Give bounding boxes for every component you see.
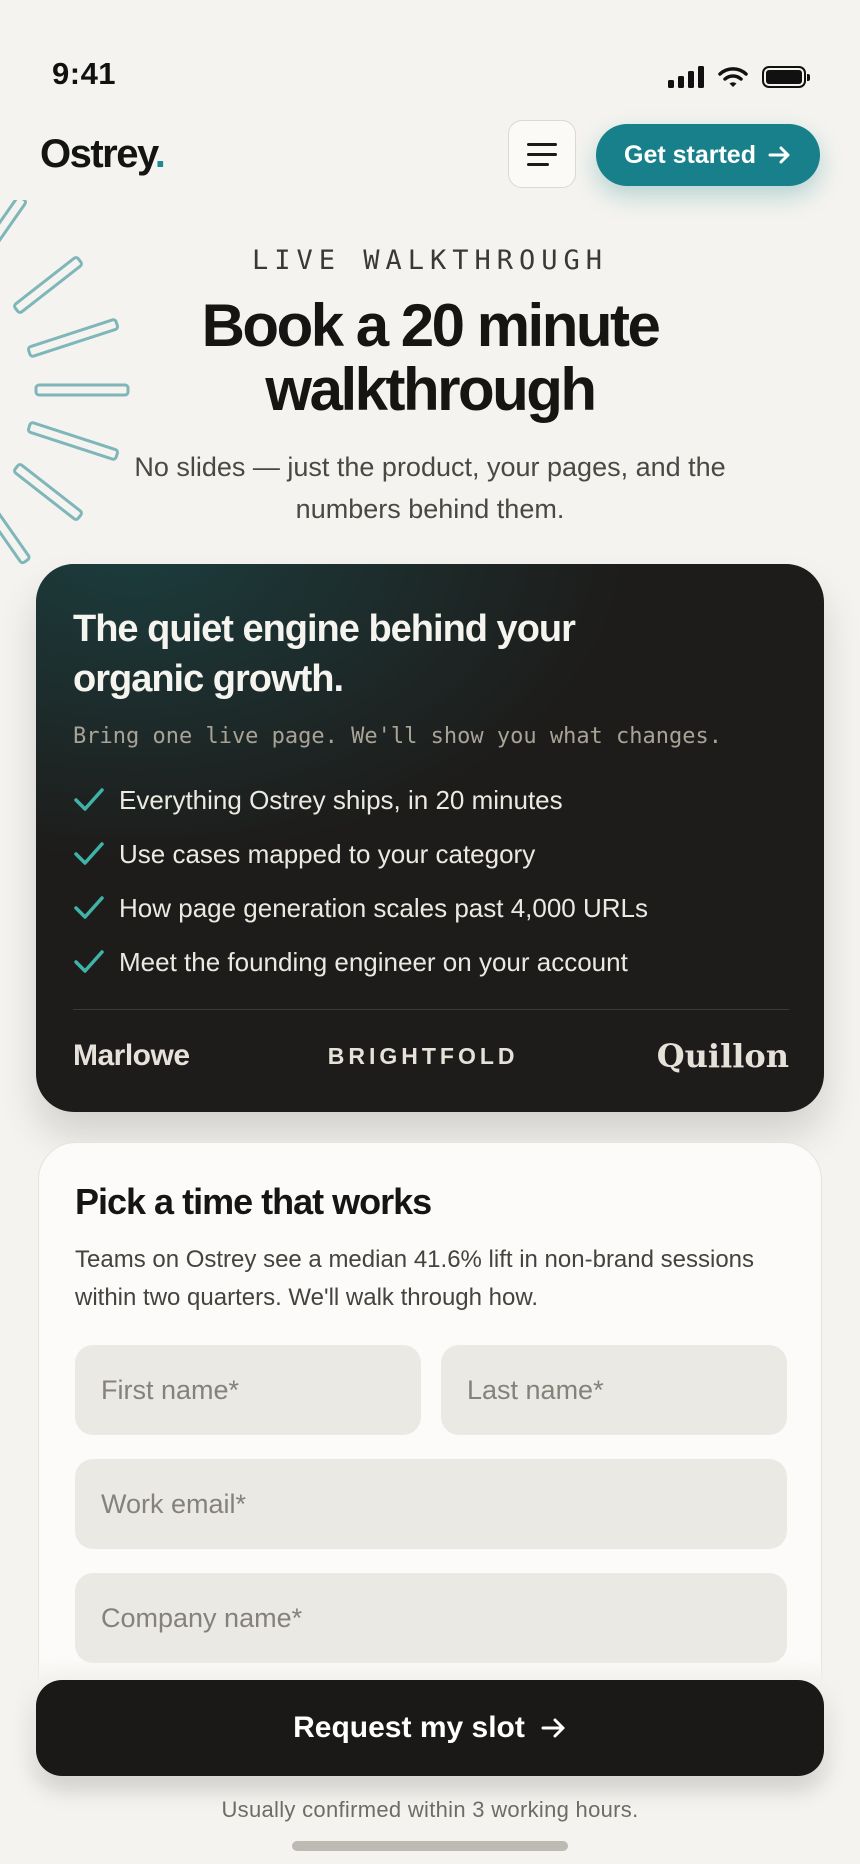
get-started-button[interactable]: Get started	[596, 124, 820, 186]
page-title: Book a 20 minute walkthrough	[0, 294, 860, 422]
feature-card-title: The quiet engine behind your organic gro…	[73, 608, 576, 700]
status-time: 9:41	[52, 56, 117, 91]
home-indicator[interactable]	[292, 1841, 568, 1851]
customer-logos: Marlowe BRIGHTFOLD Quillon	[73, 1010, 789, 1102]
checkmark-icon	[74, 950, 104, 973]
brand-logo-quillon: Quillon	[656, 1037, 789, 1075]
confirmation-note: Usually confirmed within 3 working hours…	[221, 1797, 639, 1822]
first-name-input[interactable]	[75, 1345, 421, 1435]
checklist-item: Meet the founding engineer on your accou…	[73, 935, 789, 989]
top-nav: Ostrey. Get started	[0, 118, 860, 194]
status-icons	[668, 66, 810, 88]
status-bar: 9:41	[0, 0, 860, 110]
logo-text: Ostrey	[40, 132, 156, 176]
hero-subtitle: No slides — just the product, your pages…	[134, 452, 726, 524]
hero-section: LIVE WALKTHROUGH Book a 20 minute walkth…	[0, 245, 860, 530]
menu-button[interactable]	[508, 120, 576, 188]
hamburger-menu-icon	[527, 142, 557, 146]
arrow-right-icon	[541, 1718, 565, 1738]
page-title-line-2: walkthrough	[265, 356, 597, 423]
checklist-item: How page generation scales past 4,000 UR…	[73, 881, 789, 935]
eyebrow-label: LIVE WALKTHROUGH	[251, 245, 609, 276]
last-name-input[interactable]	[441, 1345, 787, 1435]
checklist-item: Everything Ostrey ships, in 20 minutes	[73, 773, 789, 827]
get-started-label: Get started	[624, 140, 756, 169]
checklist-item-text: Meet the founding engineer on your accou…	[119, 946, 628, 977]
company-name-input[interactable]	[75, 1573, 787, 1663]
checklist-item-text: How page generation scales past 4,000 UR…	[119, 892, 648, 923]
logo[interactable]: Ostrey.	[40, 132, 166, 177]
form-description: Teams on Ostrey see a median 41.6% lift …	[75, 1246, 755, 1311]
checkmark-icon	[74, 842, 104, 865]
arrow-right-icon	[768, 146, 790, 164]
form-title: Pick a time that works	[75, 1181, 432, 1222]
checklist-item-text: Everything Ostrey ships, in 20 minutes	[119, 784, 563, 815]
wifi-icon	[718, 67, 748, 87]
feature-card-tagline: Bring one live page. We'll show you what…	[73, 724, 723, 749]
cellular-signal-icon	[668, 66, 704, 88]
request-slot-label: Request my slot	[293, 1711, 525, 1744]
checklist-item: Use cases mapped to your category	[73, 827, 789, 881]
checkmark-icon	[74, 896, 104, 919]
brand-logo-brightfold: BRIGHTFOLD	[327, 1042, 519, 1069]
request-slot-button[interactable]: Request my slot	[36, 1680, 824, 1776]
checklist-item-text: Use cases mapped to your category	[119, 838, 536, 869]
logo-dot: .	[154, 132, 166, 176]
battery-icon	[762, 66, 810, 88]
feature-checklist: Everything Ostrey ships, in 20 minutes U…	[73, 773, 789, 989]
checkmark-icon	[74, 788, 104, 811]
feature-card: The quiet engine behind your organic gro…	[36, 564, 824, 1112]
work-email-input[interactable]	[75, 1459, 787, 1549]
brand-logo-marlowe: Marlowe	[73, 1039, 190, 1072]
page-title-line-1: Book a 20 minute	[201, 292, 661, 359]
